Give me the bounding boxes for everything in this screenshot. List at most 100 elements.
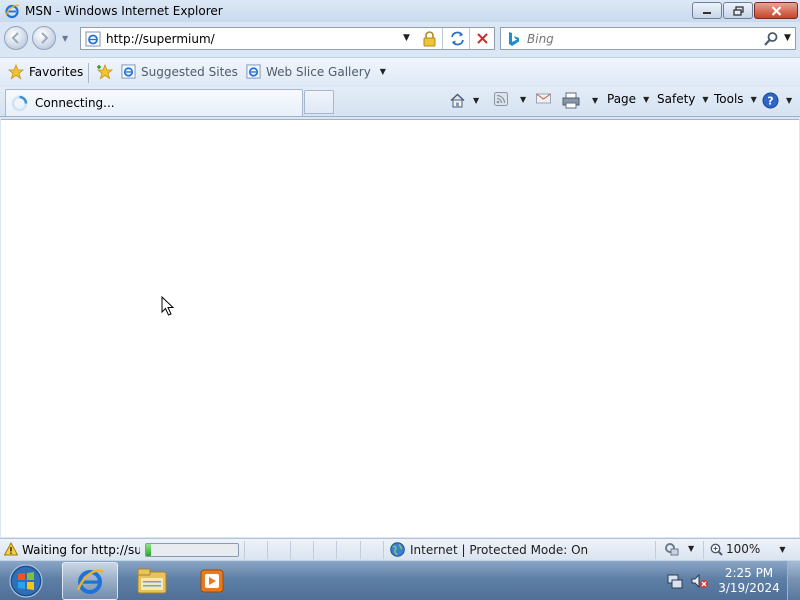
start-orb-icon[interactable] bbox=[7, 563, 45, 599]
address-dropdown[interactable]: ▼ bbox=[403, 33, 410, 43]
tab-bar: Connecting... ▼ ▼ ▼ Page ▼ Safety ▼ Tool… bbox=[0, 87, 800, 117]
globe-icon bbox=[390, 542, 405, 557]
navigation-bar: ▼ ▼ bbox=[0, 24, 800, 54]
tools-menu-label: Tools bbox=[714, 92, 744, 106]
suggested-sites-link[interactable]: Suggested Sites ▼ bbox=[121, 64, 253, 79]
close-button[interactable] bbox=[754, 2, 798, 19]
tab-title: Connecting... bbox=[35, 96, 115, 110]
back-button[interactable] bbox=[4, 26, 28, 50]
stop-icon[interactable] bbox=[474, 30, 491, 47]
safety-menu[interactable]: Safety ▼ bbox=[657, 92, 709, 106]
taskbar-media-player-button[interactable] bbox=[184, 562, 240, 600]
chevron-down-icon[interactable]: ▼ bbox=[592, 96, 598, 105]
taskbar-explorer-button[interactable] bbox=[124, 562, 180, 600]
bing-icon bbox=[509, 32, 519, 46]
home-icon bbox=[450, 93, 465, 108]
loading-spinner-icon bbox=[11, 95, 28, 111]
security-zone[interactable]: Internet | Protected Mode: On bbox=[390, 542, 588, 557]
new-tab-button[interactable] bbox=[304, 90, 334, 114]
page-menu-label: Page bbox=[607, 92, 637, 106]
address-separator bbox=[442, 28, 443, 49]
read-mail-button[interactable] bbox=[536, 92, 551, 105]
chevron-down-icon[interactable]: ▼ bbox=[520, 95, 526, 104]
tools-menu[interactable]: Tools ▼ bbox=[714, 92, 757, 106]
refresh-icon[interactable] bbox=[449, 30, 466, 47]
chevron-down-icon: ▼ bbox=[786, 96, 793, 105]
forward-button[interactable] bbox=[32, 26, 56, 50]
search-box: ▼ bbox=[500, 27, 796, 50]
status-divider bbox=[360, 541, 361, 559]
mouse-cursor-icon bbox=[161, 296, 175, 316]
page-content[interactable] bbox=[1, 119, 799, 537]
address-bar: ▼ bbox=[80, 27, 495, 50]
ie-page-icon bbox=[121, 64, 136, 79]
favorites-button[interactable]: Favorites bbox=[8, 64, 83, 80]
popup-settings-button[interactable]: ▼ bbox=[663, 541, 694, 556]
address-separator bbox=[469, 28, 470, 49]
chevron-down-icon: ▼ bbox=[379, 67, 386, 76]
print-button[interactable]: ▼ bbox=[562, 92, 598, 109]
window-title: MSN - Windows Internet Explorer bbox=[25, 4, 223, 18]
chevron-down-icon: ▼ bbox=[779, 544, 786, 554]
page-menu[interactable]: Page ▼ bbox=[607, 92, 649, 106]
help-menu[interactable]: ? ▼ bbox=[762, 92, 792, 109]
favorites-separator bbox=[88, 63, 89, 83]
title-bar[interactable]: MSN - Windows Internet Explorer bbox=[0, 0, 800, 22]
chevron-down-icon[interactable]: ▼ bbox=[473, 96, 479, 105]
home-button[interactable]: ▼ bbox=[449, 92, 479, 109]
status-divider bbox=[313, 541, 314, 559]
progress-bar bbox=[145, 543, 239, 557]
progress-fill bbox=[146, 544, 151, 556]
address-input[interactable] bbox=[106, 31, 396, 47]
status-divider bbox=[383, 541, 384, 559]
web-slice-gallery-link[interactable]: Web Slice Gallery ▼ bbox=[246, 64, 386, 79]
add-to-favorites-bar-button[interactable] bbox=[96, 64, 114, 80]
page-icon bbox=[85, 31, 101, 47]
network-icon[interactable] bbox=[666, 573, 684, 589]
favorites-label: Favorites bbox=[29, 65, 84, 79]
taskbar-ie-button[interactable] bbox=[62, 562, 118, 600]
chevron-down-icon: ▼ bbox=[688, 544, 695, 553]
ie-logo-icon bbox=[5, 4, 20, 19]
feeds-button[interactable]: ▼ bbox=[494, 92, 526, 106]
status-divider bbox=[244, 541, 245, 559]
tab-active[interactable]: Connecting... bbox=[5, 89, 303, 116]
clock-time: 2:25 PM bbox=[724, 566, 774, 580]
favorites-bar: Favorites Suggested Sites ▼ Web S bbox=[0, 57, 800, 87]
svg-text:?: ? bbox=[767, 95, 773, 108]
volume-muted-icon[interactable] bbox=[691, 573, 709, 589]
close-icon bbox=[771, 5, 781, 16]
minimize-icon bbox=[703, 11, 711, 14]
add-favorite-icon bbox=[96, 64, 114, 80]
taskbar: 2:25 PM 3/19/2024 bbox=[0, 560, 800, 600]
search-options-dropdown[interactable]: ▼ bbox=[784, 33, 791, 43]
back-icon bbox=[11, 32, 19, 44]
zoom-button[interactable]: 100% ▼ bbox=[710, 542, 785, 556]
restore-icon bbox=[732, 5, 744, 16]
restore-button[interactable] bbox=[723, 2, 753, 19]
status-divider bbox=[655, 541, 656, 559]
status-text: Waiting for http://supe bbox=[22, 543, 140, 557]
status-divider bbox=[336, 541, 337, 559]
explorer-icon bbox=[137, 568, 167, 594]
star-icon bbox=[8, 64, 24, 80]
suggested-sites-label: Suggested Sites bbox=[141, 64, 238, 79]
clock-date: 3/19/2024 bbox=[718, 581, 780, 595]
recent-pages-dropdown[interactable]: ▼ bbox=[62, 34, 68, 43]
minimize-button[interactable] bbox=[692, 2, 722, 19]
warning-icon bbox=[4, 542, 18, 556]
forward-icon bbox=[41, 32, 49, 44]
show-desktop-button[interactable] bbox=[787, 561, 800, 600]
chevron-down-icon: ▼ bbox=[643, 94, 650, 104]
system-clock[interactable]: 2:25 PM 3/19/2024 bbox=[718, 566, 780, 596]
safety-menu-label: Safety bbox=[657, 92, 696, 106]
security-zone-label: Internet | Protected Mode: On bbox=[410, 542, 589, 557]
web-slice-gallery-label: Web Slice Gallery bbox=[266, 64, 371, 79]
search-input[interactable] bbox=[527, 31, 747, 47]
status-bar: Waiting for http://supe Internet | Prote… bbox=[0, 538, 800, 560]
print-icon bbox=[562, 92, 580, 109]
lock-icon[interactable] bbox=[421, 30, 438, 47]
zoom-level: 100% bbox=[726, 542, 761, 556]
status-divider bbox=[290, 541, 291, 559]
search-icon[interactable] bbox=[763, 31, 779, 47]
